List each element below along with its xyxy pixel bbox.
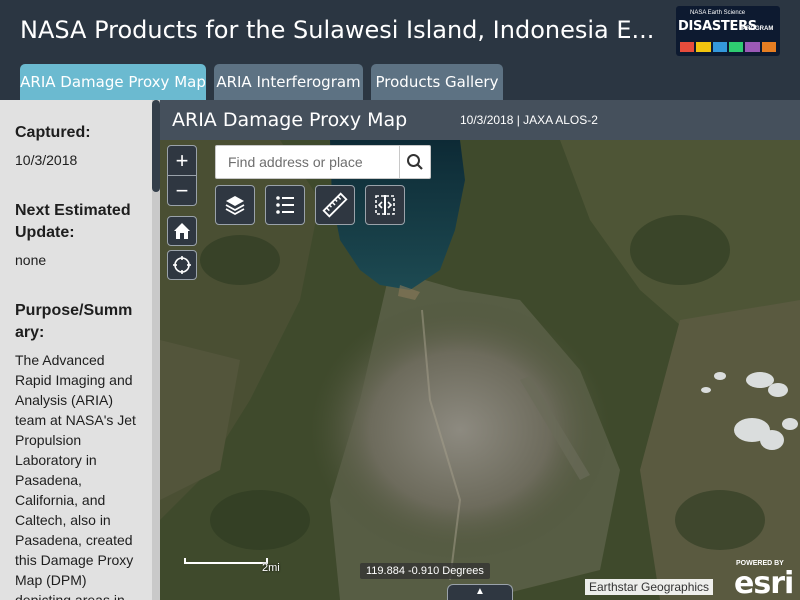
app-title: NASA Products for the Sulawesi Island, I… (20, 16, 655, 44)
plus-icon: + (175, 147, 189, 173)
home-button[interactable] (167, 216, 197, 246)
satellite-imagery (160, 140, 800, 600)
search-box (215, 145, 431, 179)
layers-button[interactable] (215, 185, 255, 225)
home-icon (174, 223, 190, 239)
satellite-map[interactable]: + − Find address or place 2mi 119.884 -0… (160, 140, 800, 600)
sidebar-content: Captured: 10/3/2018 Next Estimated Updat… (15, 122, 140, 600)
layers-icon (225, 196, 245, 216)
purpose-label: Purpose/Summary: (15, 302, 133, 341)
map-attribution[interactable]: Earthstar Geographics (585, 579, 714, 595)
search-button[interactable] (399, 146, 430, 178)
chevron-up-icon: ▲ (475, 586, 485, 597)
esri-logo[interactable]: POWERED BY esri (732, 558, 796, 600)
locate-button[interactable] (167, 250, 197, 280)
logo-side-text: PROGRAM (742, 26, 774, 32)
swipe-compare-button[interactable] (365, 185, 405, 225)
legend-button[interactable] (265, 185, 305, 225)
disasters-program-logo[interactable]: NASA Earth Science DISASTERS PROGRAM (676, 6, 780, 56)
measure-button[interactable] (315, 185, 355, 225)
purpose-text: The Advanced Rapid Imaging and Analysis … (15, 352, 136, 600)
coordinate-readout: 119.884 -0.910 Degrees (360, 563, 490, 579)
sidebar-scrollbar-thumb[interactable] (152, 100, 160, 192)
tab-bar: ARIA Damage Proxy Map ARIA Interferogram… (0, 64, 800, 100)
tab-aria-damage-proxy-map[interactable]: ARIA Damage Proxy Map (20, 64, 206, 100)
search-input[interactable] (216, 146, 399, 178)
map-panel: ARIA Damage Proxy Map 10/3/2018 | JAXA A… (160, 100, 800, 600)
minus-icon: − (175, 177, 189, 203)
sidebar: Captured: 10/3/2018 Next Estimated Updat… (0, 100, 160, 600)
collapse-panel-button[interactable]: ▲ (447, 584, 513, 600)
esri-wordmark: esri (734, 566, 794, 600)
scale-bar: 2mi (184, 556, 284, 576)
locate-icon (173, 256, 191, 274)
swipe-compare-icon (375, 195, 395, 215)
map-header: ARIA Damage Proxy Map 10/3/2018 | JAXA A… (160, 100, 800, 140)
search-icon (407, 154, 423, 170)
next-update-label: Next Estimated Update: (15, 202, 131, 241)
ruler-icon (322, 192, 348, 218)
app-header: NASA Products for the Sulawesi Island, I… (0, 0, 800, 64)
scale-label: 2mi (262, 562, 280, 574)
map-meta: 10/3/2018 | JAXA ALOS-2 (460, 113, 598, 127)
scale-line (184, 558, 268, 564)
legend-list-icon (276, 196, 294, 214)
captured-label: Captured: (15, 124, 91, 141)
zoom-in-button[interactable]: + (167, 145, 197, 176)
next-update-value: none (15, 252, 47, 268)
captured-value: 10/3/2018 (15, 152, 78, 168)
tab-aria-interferogram[interactable]: ARIA Interferogram (214, 64, 363, 100)
map-title: ARIA Damage Proxy Map (172, 109, 408, 131)
zoom-out-button[interactable]: − (167, 175, 197, 206)
logo-small-text: NASA Earth Science (690, 10, 746, 16)
logo-hazard-strip (680, 42, 776, 52)
tab-products-gallery[interactable]: Products Gallery (371, 64, 503, 100)
